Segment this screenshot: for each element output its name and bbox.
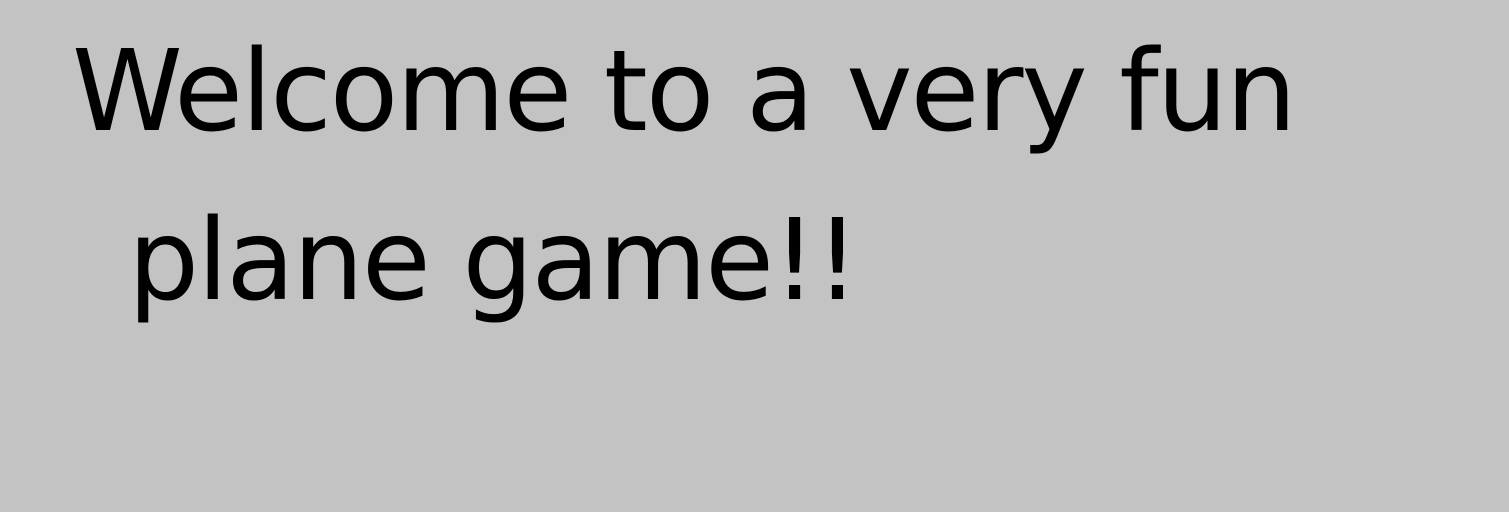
welcome-screen: Welcome to a very fun plane game!! — [0, 0, 1509, 512]
welcome-message-line-1: Welcome to a very fun — [72, 27, 1297, 157]
welcome-message-line-2: plane game!! — [128, 196, 860, 326]
